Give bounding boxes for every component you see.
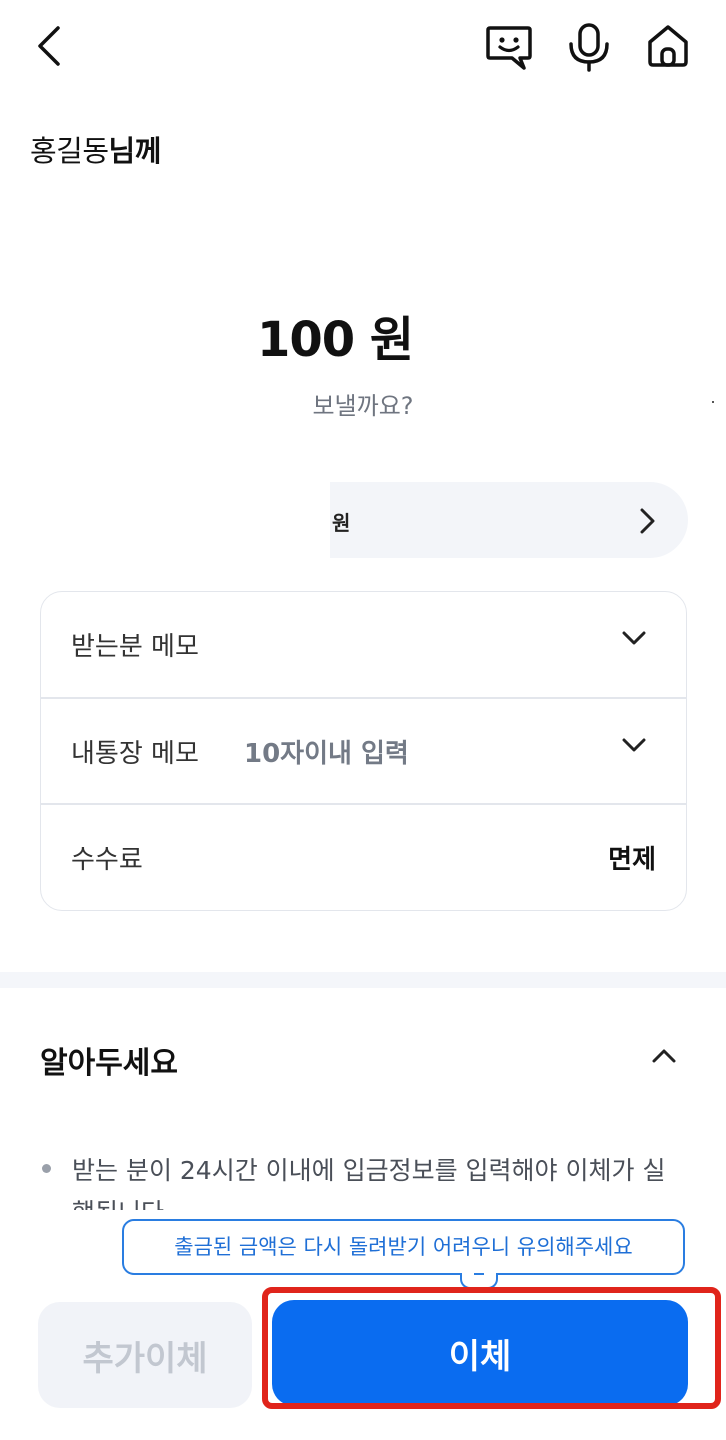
recipient-title: 홍길동님께 (30, 128, 161, 170)
my-memo-label: 내통장 메모 (71, 739, 199, 769)
bullet-dot (42, 1164, 51, 1173)
chevron-up-icon[interactable] (650, 1046, 678, 1066)
transfer-button[interactable]: 이체 (272, 1300, 688, 1406)
chevron-right-icon (636, 506, 658, 536)
microphone-icon[interactable] (566, 22, 612, 72)
tooltip-tail (460, 1273, 474, 1289)
fee-label: 수수료 (71, 845, 143, 875)
fee-row: 수수료 면제 (41, 805, 686, 911)
transfer-amount: 100 원 (256, 312, 414, 368)
fee-value: 면제 (608, 845, 656, 875)
recipient-suffix: 님께 (108, 134, 162, 168)
tooltip-tail (484, 1273, 498, 1289)
chevron-down-icon (620, 628, 648, 648)
memo-card: 받는분 메모 내통장 메모 10자이내 입력 수수료 면제 (40, 591, 687, 911)
back-icon[interactable] (30, 24, 70, 68)
receiver-memo-row[interactable]: 받는분 메모 (41, 592, 686, 698)
notice-title: 알아두세요 (40, 1046, 178, 1081)
amount-question: 보낼까요? (312, 392, 414, 420)
section-divider (0, 972, 726, 988)
notice-item: 받는 분이 24시간 이내에 입금정보를 입력해야 이체가 실행됩니다 (72, 1156, 666, 1210)
balance-row[interactable]: 원 (330, 482, 688, 558)
scroll-indicator (712, 401, 714, 403)
warning-tooltip: 출금된 금액은 다시 돌려받기 어려우니 유의해주세요 (122, 1219, 685, 1275)
chevron-down-icon (620, 735, 648, 755)
home-icon[interactable] (644, 22, 692, 70)
receiver-memo-label: 받는분 메모 (71, 632, 199, 662)
my-memo-input[interactable]: 10자이내 입력 (244, 733, 409, 770)
balance-text: 원 (332, 511, 351, 535)
additional-transfer-button[interactable]: 추가이체 (38, 1302, 252, 1408)
recipient-name: 홍길동 (30, 134, 109, 168)
my-memo-row[interactable]: 내통장 메모 10자이내 입력 (41, 699, 686, 805)
chatbot-icon[interactable] (484, 24, 534, 70)
